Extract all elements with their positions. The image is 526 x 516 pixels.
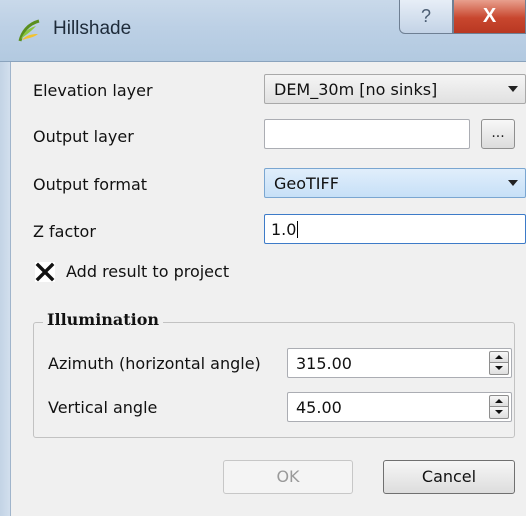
help-icon: ? <box>420 6 431 26</box>
vertical-angle-value: 45.00 <box>296 398 342 417</box>
vertical-angle-spinbox[interactable]: 45.00 <box>287 392 512 422</box>
spin-down-icon[interactable] <box>489 407 509 419</box>
elevation-layer-combo[interactable]: DEM_30m [no sinks] <box>264 74 526 104</box>
chevron-down-icon <box>508 86 518 92</box>
output-format-value: GeoTIFF <box>274 174 339 193</box>
azimuth-stepper[interactable] <box>489 351 509 375</box>
add-result-checkbox[interactable] <box>35 262 55 282</box>
spin-down-icon[interactable] <box>489 363 509 375</box>
azimuth-value: 315.00 <box>296 354 352 373</box>
output-layer-label: Output layer <box>33 127 134 146</box>
illumination-group-title: Illumination <box>43 310 164 329</box>
checkmark-icon <box>35 262 55 282</box>
title-bar[interactable]: Hillshade ? X <box>0 0 526 62</box>
z-factor-input[interactable]: 1.0 <box>264 214 526 244</box>
output-format-combo[interactable]: GeoTIFF <box>264 168 526 198</box>
azimuth-label: Azimuth (horizontal angle) <box>48 354 261 373</box>
close-button[interactable]: X <box>453 0 526 34</box>
help-button[interactable]: ? <box>399 0 453 34</box>
browse-button[interactable]: ... <box>481 119 515 149</box>
elevation-layer-value: DEM_30m [no sinks] <box>274 80 438 99</box>
azimuth-spinbox[interactable]: 315.00 <box>287 348 512 378</box>
ok-button[interactable]: OK <box>223 460 353 494</box>
vertical-angle-stepper[interactable] <box>489 395 509 419</box>
hillshade-dialog: Hillshade ? X Elevation layer DEM_30m [n… <box>0 0 526 516</box>
z-factor-value: 1.0 <box>271 220 299 239</box>
output-layer-input[interactable] <box>264 119 470 149</box>
chevron-down-icon <box>508 180 518 186</box>
qgis-icon <box>18 19 40 42</box>
window-border <box>0 62 11 516</box>
elevation-layer-label: Elevation layer <box>33 81 153 100</box>
spin-up-icon[interactable] <box>489 395 509 407</box>
cancel-button[interactable]: Cancel <box>383 460 515 494</box>
window-title: Hillshade <box>53 18 132 39</box>
add-result-label: Add result to project <box>66 262 230 281</box>
ellipsis-icon: ... <box>491 125 505 141</box>
z-factor-label: Z factor <box>33 222 96 241</box>
vertical-angle-label: Vertical angle <box>48 398 158 417</box>
close-icon: X <box>482 5 497 27</box>
output-format-label: Output format <box>33 175 148 194</box>
spin-up-icon[interactable] <box>489 351 509 363</box>
